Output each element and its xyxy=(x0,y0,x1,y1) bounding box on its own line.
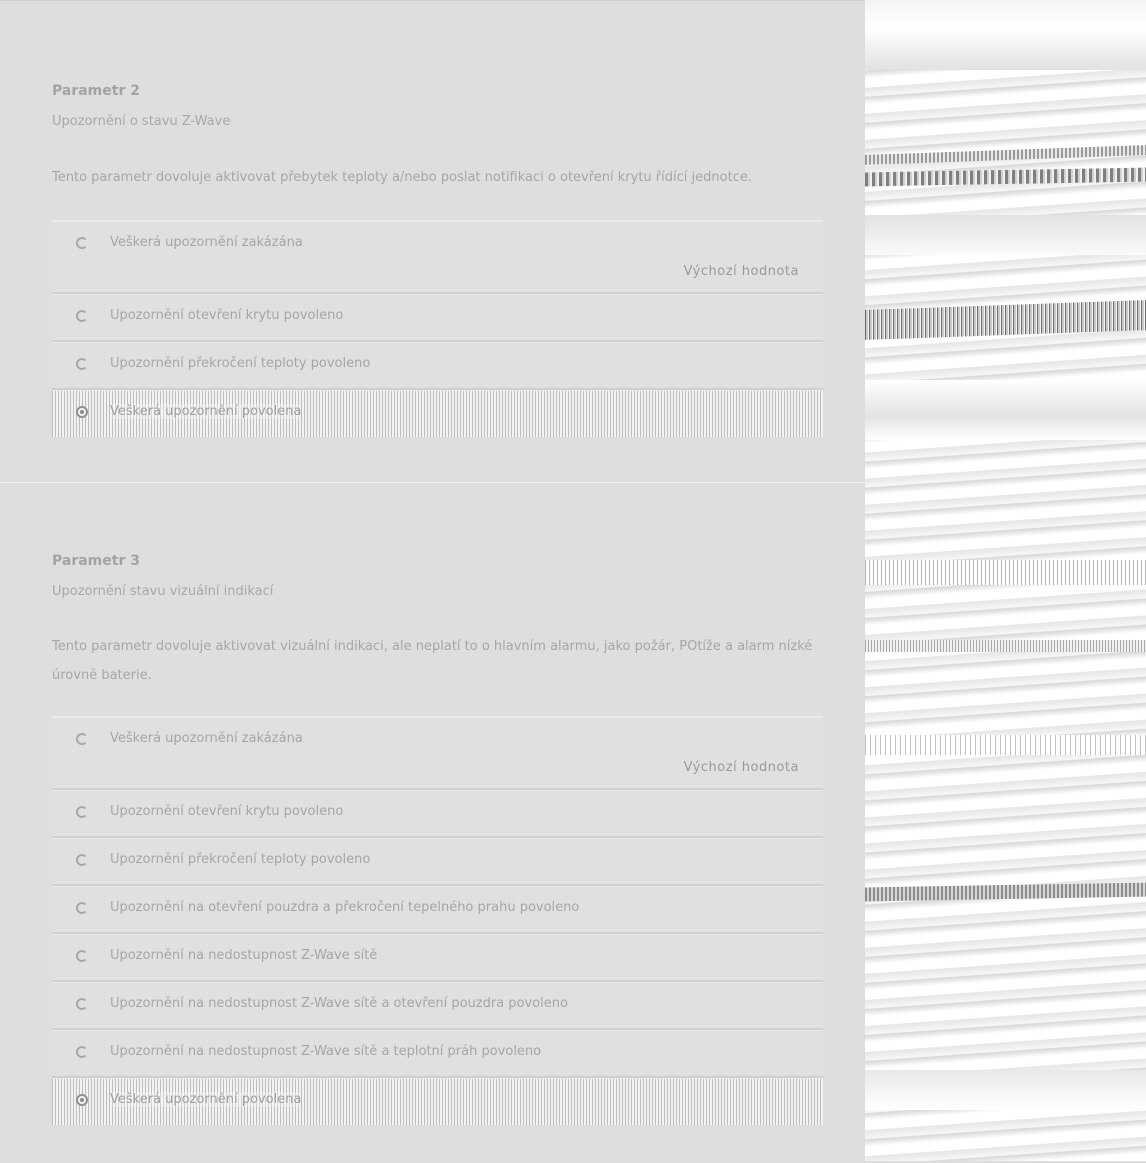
parameter-3-subtitle: Upozornění stavu vizuální indikací xyxy=(52,584,274,599)
glitch-band xyxy=(865,882,1146,902)
radio-button-selected-icon[interactable] xyxy=(76,1094,88,1106)
parameter-3-options: Veškerá upozornění zakázána Výchozí hodn… xyxy=(52,716,823,1125)
radio-button-selected-icon[interactable] xyxy=(76,406,88,418)
radio-button-icon[interactable] xyxy=(76,358,88,370)
glitch-band xyxy=(865,145,1146,165)
radio-button-icon[interactable] xyxy=(76,310,88,322)
option-label: Upozornění překročení teploty povoleno xyxy=(110,356,371,371)
default-value-label: Výchozí hodnota xyxy=(683,264,799,279)
parameter-3-option[interactable]: Upozornění na otevření pouzdra a překroč… xyxy=(52,886,823,934)
option-label: Veškerá upozornění povolena xyxy=(110,404,302,419)
radio-button-icon[interactable] xyxy=(76,854,88,866)
radio-button-icon[interactable] xyxy=(76,950,88,962)
glitch-band xyxy=(865,300,1146,340)
parameter-3-option[interactable]: Upozornění na nedostupnost Z-Wave sítě a… xyxy=(52,982,823,1030)
option-label: Upozornění na otevření pouzdra a překroč… xyxy=(110,900,580,915)
parameter-2-options: Veškerá upozornění zakázána Výchozí hodn… xyxy=(52,220,823,437)
parameter-3-title: Parametr 3 xyxy=(52,553,140,569)
parameter-3-section: Parametr 3 Upozornění stavu vizuální ind… xyxy=(0,482,865,1163)
glitch-render-area xyxy=(865,0,1146,1161)
parameter-3-option-selected[interactable]: Veškerá upozornění povolena xyxy=(52,1078,823,1125)
option-label: Veškerá upozornění povolena xyxy=(110,1092,302,1107)
radio-button-icon[interactable] xyxy=(76,806,88,818)
glitch-band xyxy=(865,640,1146,652)
parameter-2-option-selected[interactable]: Veškerá upozornění povolena xyxy=(52,390,823,437)
glitch-band xyxy=(865,735,1146,755)
parameter-2-section: Parametr 2 Upozornění o stavu Z-Wave Ten… xyxy=(0,1,865,481)
radio-button-icon[interactable] xyxy=(76,237,88,249)
parameter-2-title: Parametr 2 xyxy=(52,83,140,99)
parameter-3-option[interactable]: Upozornění na nedostupnost Z-Wave sítě xyxy=(52,934,823,982)
glitch-band xyxy=(865,560,1146,585)
glitch-band xyxy=(865,215,1146,255)
option-label: Upozornění otevření krytu povoleno xyxy=(110,804,344,819)
option-label: Veškerá upozornění zakázána xyxy=(110,235,303,250)
option-label: Veškerá upozornění zakázána xyxy=(110,731,303,746)
parameter-3-option[interactable]: Upozornění na nedostupnost Z-Wave sítě a… xyxy=(52,1030,823,1078)
parameter-3-option[interactable]: Upozornění překročení teploty povoleno xyxy=(52,838,823,886)
parameter-2-description: Tento parametr dovoluje aktivovat přebyt… xyxy=(52,170,752,185)
parameter-3-option[interactable]: Veškerá upozornění zakázána Výchozí hodn… xyxy=(52,717,823,790)
glitch-band xyxy=(865,1070,1146,1110)
parameter-2-option[interactable]: Upozornění otevření krytu povoleno xyxy=(52,294,823,342)
default-value-label: Výchozí hodnota xyxy=(683,760,799,775)
radio-button-icon[interactable] xyxy=(76,1046,88,1058)
parameter-2-option[interactable]: Upozornění překročení teploty povoleno xyxy=(52,342,823,390)
parameter-2-option[interactable]: Veškerá upozornění zakázána Výchozí hodn… xyxy=(52,221,823,294)
option-label: Upozornění překročení teploty povoleno xyxy=(110,852,371,867)
option-label: Upozornění na nedostupnost Z-Wave sítě a… xyxy=(110,1044,542,1059)
parameter-2-subtitle: Upozornění o stavu Z-Wave xyxy=(52,114,231,129)
glitch-band xyxy=(865,167,1146,187)
option-label: Upozornění otevření krytu povoleno xyxy=(110,308,344,323)
radio-button-icon[interactable] xyxy=(76,902,88,914)
glitch-band xyxy=(865,380,1146,440)
radio-button-icon[interactable] xyxy=(76,998,88,1010)
radio-button-icon[interactable] xyxy=(76,733,88,745)
option-label: Upozornění na nedostupnost Z-Wave sítě a… xyxy=(110,996,568,1011)
option-label: Upozornění na nedostupnost Z-Wave sítě xyxy=(110,948,378,963)
settings-panel: Parametr 2 Upozornění o stavu Z-Wave Ten… xyxy=(0,0,865,1161)
parameter-3-description: Tento parametr dovoluje aktivovat vizuál… xyxy=(52,639,813,683)
glitch-band xyxy=(865,0,1146,70)
parameter-3-option[interactable]: Upozornění otevření krytu povoleno xyxy=(52,790,823,838)
